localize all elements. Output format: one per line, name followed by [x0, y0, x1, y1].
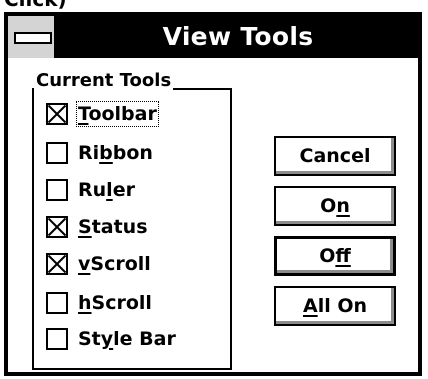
checkbox-box[interactable] — [46, 179, 68, 201]
checkbox-status[interactable]: Status — [46, 212, 148, 242]
checkbox-label-toolbar: Toolbar — [76, 101, 159, 127]
checkbox-style-bar[interactable]: Style Bar — [46, 324, 176, 354]
group-label: Current Tools — [34, 70, 174, 92]
dialog-title: View Tools — [162, 22, 314, 51]
checkbox-hscroll[interactable]: hScroll — [46, 288, 152, 318]
title-bar[interactable]: View Tools — [8, 16, 418, 58]
checkbox-box-checked[interactable] — [46, 216, 68, 238]
checkbox-box[interactable] — [46, 142, 68, 164]
all-on-button-label: All On — [302, 295, 368, 317]
checkbox-box[interactable] — [46, 328, 68, 350]
off-button-label: Off — [319, 245, 351, 267]
on-button-label: On — [320, 195, 350, 217]
checkbox-vscroll[interactable]: vScroll — [46, 249, 151, 279]
view-tools-dialog: View Tools Current Tools Toolbar Ribbon … — [4, 12, 422, 376]
checkbox-label-vscroll: vScroll — [78, 253, 151, 275]
cancel-button-label: Cancel — [299, 145, 371, 167]
checkbox-ruler[interactable]: Ruler — [46, 175, 135, 205]
checkbox-box-checked[interactable] — [46, 103, 68, 125]
checkbox-box-checked[interactable] — [46, 253, 68, 275]
checkbox-label-status: Status — [78, 216, 148, 238]
checkbox-label-hscroll: hScroll — [78, 292, 152, 314]
off-button[interactable]: Off — [274, 236, 396, 276]
checkbox-box[interactable] — [46, 292, 68, 314]
checkbox-label-ruler: Ruler — [78, 179, 135, 201]
system-menu-button[interactable] — [8, 16, 58, 58]
system-menu-icon — [14, 32, 52, 44]
background-text-fragment: Click) — [4, 0, 67, 10]
checkbox-toolbar[interactable]: Toolbar — [46, 99, 159, 129]
checkbox-label-ribbon: Ribbon — [78, 142, 153, 164]
checkbox-ribbon[interactable]: Ribbon — [46, 138, 153, 168]
checkbox-label-style-bar: Style Bar — [78, 328, 176, 350]
cancel-button[interactable]: Cancel — [274, 136, 396, 176]
all-on-button[interactable]: All On — [274, 286, 396, 326]
on-button[interactable]: On — [274, 186, 396, 226]
